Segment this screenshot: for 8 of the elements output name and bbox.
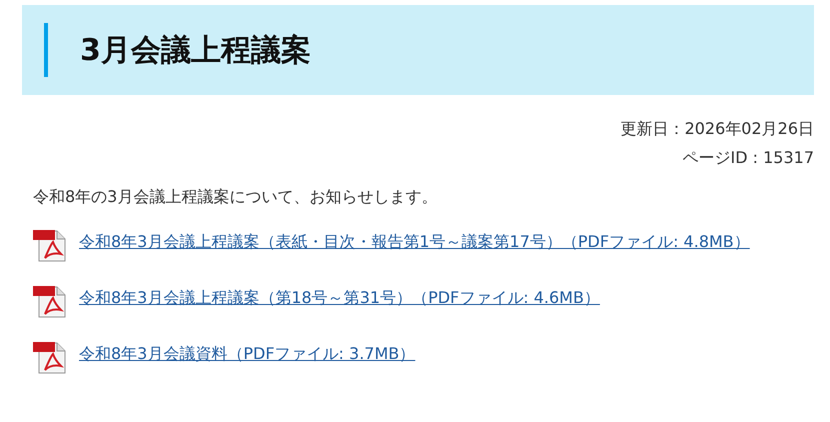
page-id: ページID : 15317 (682, 148, 814, 169)
file-link[interactable]: 令和8年3月会議上程議案（第18号～第31号）（PDFファイル: 4.6MB） (79, 282, 600, 314)
heading-accent-bar (44, 23, 48, 77)
updated-date: 更新日：2026年02月26日 (620, 119, 814, 140)
file-link[interactable]: 令和8年3月会議資料（PDFファイル: 3.7MB） (79, 338, 416, 370)
page-title: 3月会議上程議案 (80, 32, 311, 70)
intro-text: 令和8年の3月会議上程議案について、お知らせします。 (33, 187, 438, 208)
file-link[interactable]: 令和8年3月会議上程議案（表紙・目次・報告第1号～議案第17号）（PDFファイル: 4.8MB） (79, 226, 750, 258)
